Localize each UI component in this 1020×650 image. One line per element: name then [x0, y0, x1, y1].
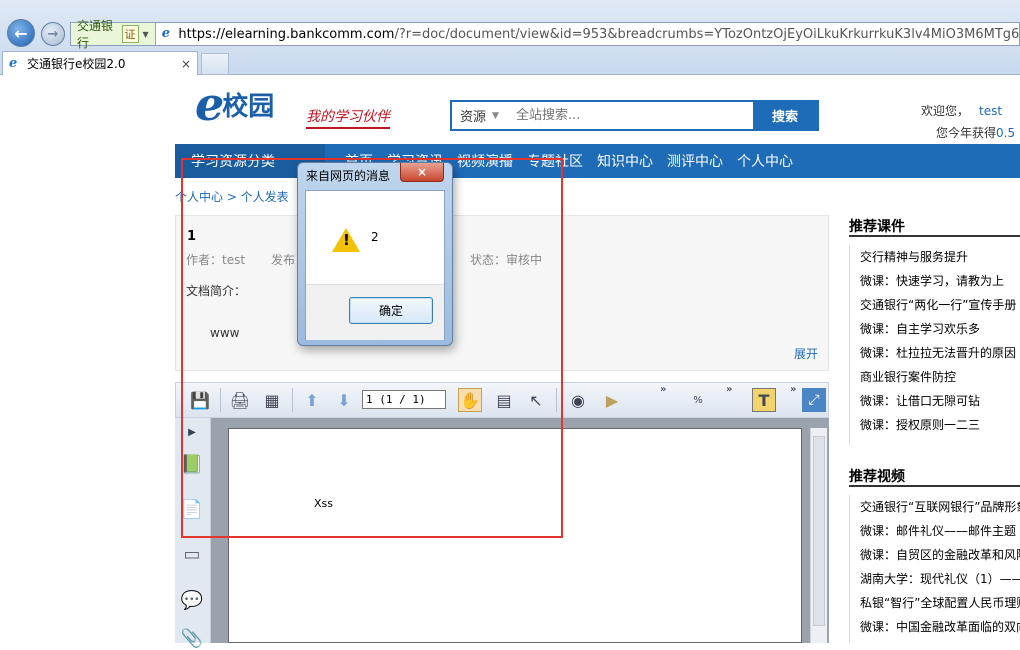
search-category-label: 资源: [460, 110, 487, 125]
list-item[interactable]: 微课：授权原则一二三: [850, 413, 1020, 437]
scrollbar-thumb[interactable]: [813, 436, 825, 626]
username-link[interactable]: test: [979, 104, 1002, 118]
welcome-label: 欢迎您，: [921, 104, 970, 118]
comments-icon[interactable]: 💬: [180, 588, 204, 612]
dialog-close-button[interactable]: ×: [400, 163, 444, 182]
list-item[interactable]: 微课：快速学习，请教为上: [850, 269, 1020, 293]
arrow-right-icon: →: [47, 26, 59, 42]
recommended-videos-heading: 推荐视频: [849, 469, 905, 485]
list-item[interactable]: 微课：邮件礼仪——邮件主题: [850, 519, 1020, 543]
list-item[interactable]: 微课：自主学习欢乐多: [850, 317, 1020, 341]
eraser-icon[interactable]: ▭: [180, 542, 204, 566]
find-icon[interactable]: ◉: [566, 388, 590, 412]
earned-credits: 您今年获得0.5: [936, 124, 1015, 141]
search-box: 资源 ▼ 搜索: [450, 100, 819, 131]
list-item[interactable]: 微课：中国金融改革面临的双向: [850, 615, 1020, 639]
recommended-videos-list: 交通银行“互联网银行”品牌形象 微课：邮件礼仪——邮件主题 微课：自贸区的金融改…: [849, 495, 1020, 643]
list-item[interactable]: 商业银行案件防控: [850, 365, 1020, 389]
logo-e: e: [195, 77, 225, 131]
url-text[interactable]: https://elearning.bankcomm.com/?r=doc/do…: [178, 27, 1019, 42]
cert-label: 交通银行: [77, 19, 114, 50]
list-item[interactable]: 微课：杜拉拉无法晋升的原因: [850, 341, 1020, 365]
text-tool-icon[interactable]: T: [752, 388, 776, 412]
heading-rule: [849, 485, 1020, 487]
list-item[interactable]: 交通银行“互联网银行”品牌形象: [850, 495, 1020, 519]
chevron-down-icon[interactable]: ▼: [143, 30, 149, 39]
browser-tab[interactable]: e 交通银行e校园2.0 ×: [2, 51, 198, 75]
url-domain: https://elearning.bankcomm.com: [178, 26, 395, 42]
heading-rule: [849, 235, 1020, 237]
arrow-left-icon: ←: [14, 23, 28, 43]
nav-personal[interactable]: 个人中心: [737, 151, 793, 171]
search-category-select[interactable]: 资源 ▼: [452, 102, 510, 129]
warning-mark: !: [343, 231, 350, 249]
slogan: 我的学习伙伴: [306, 106, 390, 129]
list-item[interactable]: 微课：自贸区的金融改革和风险: [850, 543, 1020, 567]
cert-tag: 证: [121, 25, 139, 43]
url-path: /?r=doc/document/view&id=953&breadcrumbs…: [394, 26, 1019, 42]
ok-button[interactable]: 确定: [349, 297, 433, 324]
recommended-courses-list: 交行精神与服务提升 微课：快速学习，请教为上 交通银行“两化一行”宣传手册 微课…: [849, 245, 1020, 445]
address-bar[interactable]: 交通银行 证 ▼ e https://elearning.bankcomm.co…: [70, 19, 1020, 50]
site-logo[interactable]: e 校园: [195, 77, 275, 131]
nav-knowledge[interactable]: 知识中心: [597, 151, 653, 171]
nav-assessment[interactable]: 测评中心: [667, 151, 723, 171]
list-item[interactable]: 交行精神与服务提升: [850, 245, 1020, 269]
more-chevron-icon[interactable]: »: [726, 384, 732, 395]
list-item[interactable]: 微课：让借口无隙可钻: [850, 389, 1020, 413]
new-tab-button[interactable]: [201, 53, 229, 75]
welcome-text: 欢迎您， test: [921, 102, 1002, 119]
earned-value: 0.5: [996, 126, 1016, 140]
zoom-100-icon[interactable]: %: [686, 388, 710, 412]
list-item[interactable]: 私银“智行”全球配置人民币理财: [850, 591, 1020, 615]
forward-button[interactable]: →: [41, 22, 65, 46]
search-input[interactable]: [510, 102, 753, 129]
earned-label: 您今年获得: [936, 126, 997, 140]
dialog-title: 来自网页的消息: [306, 169, 391, 183]
recommended-courses-heading: 推荐课件: [849, 219, 905, 235]
dialog-message: 2: [371, 230, 379, 244]
viewer-scrollbar[interactable]: [810, 428, 827, 643]
more-chevron-icon[interactable]: »: [660, 384, 666, 395]
alert-dialog: 来自网页的消息 × ! 2 确定: [297, 162, 453, 346]
close-tab-icon[interactable]: ×: [181, 57, 191, 71]
fullscreen-icon[interactable]: ⤢: [802, 388, 826, 412]
highlight-icon[interactable]: ▶: [600, 388, 624, 412]
ie-tab-icon: e: [9, 55, 18, 71]
certificate-badge[interactable]: 交通银行 证 ▼: [71, 19, 156, 50]
logo-text: 校园: [222, 92, 275, 122]
back-button[interactable]: ←: [7, 19, 35, 47]
expand-link[interactable]: 展开: [794, 345, 818, 362]
list-item[interactable]: 交通银行“两化一行”宣传手册: [850, 293, 1020, 317]
ie-page-icon: e: [161, 26, 170, 41]
dropdown-triangle-icon: ▼: [492, 110, 499, 121]
dialog-body: ! 2 确定: [305, 190, 445, 340]
list-item[interactable]: 湖南大学：现代礼仪（1）——: [850, 567, 1020, 591]
attachment-icon[interactable]: 📎: [180, 626, 204, 650]
search-button[interactable]: 搜索: [753, 102, 817, 129]
tab-title: 交通银行e校园2.0: [27, 57, 126, 71]
more-chevron-icon[interactable]: »: [790, 384, 796, 395]
